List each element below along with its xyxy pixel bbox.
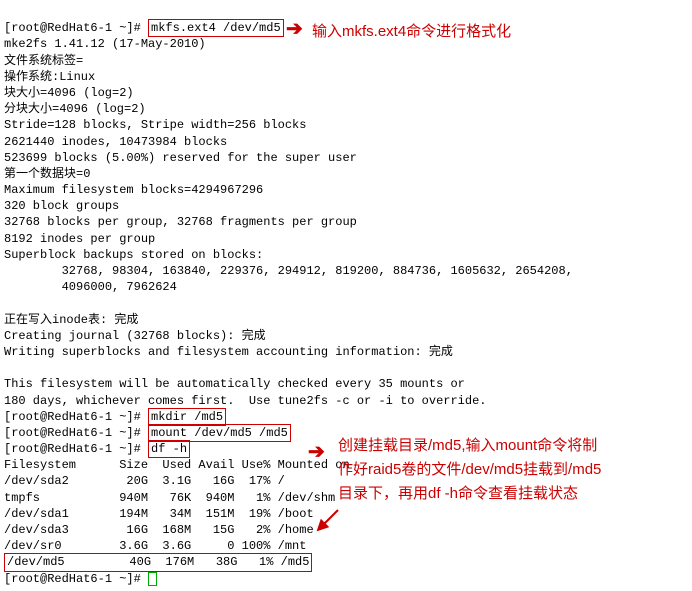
out-writing-sb: Writing superblocks and filesystem accou… <box>4 345 453 359</box>
out-groups: 320 block groups <box>4 199 119 213</box>
cmd-mount[interactable]: mount /dev/md5 /md5 <box>151 426 288 440</box>
out-writing-inode: 正在写入inode表: 完成 <box>4 313 138 327</box>
out-autochk2: 180 days, whichever comes first. Use tun… <box>4 394 486 408</box>
out-autochk1: This filesystem will be automatically ch… <box>4 377 465 391</box>
shell-prompt: [root@RedHat6-1 ~]# <box>4 426 148 440</box>
arrow-svg <box>312 508 342 538</box>
out-maxfs: Maximum filesystem blocks=4294967296 <box>4 183 263 197</box>
out-bpg: 32768 blocks per group, 32768 fragments … <box>4 215 357 229</box>
cmd-df[interactable]: df -h <box>151 442 187 456</box>
out-stride: Stride=128 blocks, Stripe width=256 bloc… <box>4 118 306 132</box>
cmd-df-box: df -h <box>148 440 190 458</box>
out-journal: Creating journal (32768 blocks): 完成 <box>4 329 266 343</box>
out-ipg: 8192 inodes per group <box>4 232 155 246</box>
cursor[interactable] <box>148 572 157 586</box>
out-mke2fs: mke2fs 1.41.12 (17-May-2010) <box>4 37 206 51</box>
shell-prompt: [root@RedHat6-1 ~]# <box>4 410 148 424</box>
df-row-sda2: /dev/sda2 20G 3.1G 16G 17% / <box>4 474 285 488</box>
df-row-md5: /dev/md5 40G 176M 38G 1% /md5 <box>7 555 309 569</box>
cmd-mkfs[interactable]: mkfs.ext4 /dev/md5 <box>151 21 281 35</box>
shell-prompt: [root@RedHat6-1 ~]# <box>4 21 148 35</box>
terminal-output: [root@RedHat6-1 ~]# mkfs.ext4 /dev/md5 m… <box>4 4 692 587</box>
shell-prompt: [root@RedHat6-1 ~]# <box>4 572 148 586</box>
out-bsize: 块大小=4096 (log=2) <box>4 86 134 100</box>
out-inodes: 2621440 inodes, 10473984 blocks <box>4 135 227 149</box>
df-row-tmpfs: tmpfs 940M 76K 940M 1% /dev/shm <box>4 491 335 505</box>
df-header: Filesystem Size Used Avail Use% Mounted … <box>4 458 350 472</box>
out-os: 操作系统:Linux <box>4 70 95 84</box>
out-firstdata: 第一个数据块=0 <box>4 167 90 181</box>
out-sb1: 32768, 98304, 163840, 229376, 294912, 81… <box>4 264 573 278</box>
cmd-mkdir[interactable]: mkdir /md5 <box>151 410 223 424</box>
df-row-md5-box: /dev/md5 40G 176M 38G 1% /md5 <box>4 553 312 571</box>
df-row-sr0: /dev/sr0 3.6G 3.6G 0 100% /mnt <box>4 539 306 553</box>
out-reserved: 523699 blocks (5.00%) reserved for the s… <box>4 151 357 165</box>
out-fsize: 分块大小=4096 (log=2) <box>4 102 146 116</box>
shell-prompt: [root@RedHat6-1 ~]# <box>4 442 148 456</box>
out-sb-hdr: Superblock backups stored on blocks: <box>4 248 263 262</box>
out-fslabel: 文件系统标签= <box>4 54 83 68</box>
cmd-mkfs-box: mkfs.ext4 /dev/md5 <box>148 19 284 37</box>
out-sb2: 4096000, 7962624 <box>4 280 177 294</box>
df-row-sda3: /dev/sda3 16G 168M 15G 2% /home <box>4 523 314 537</box>
df-row-sda1: /dev/sda1 194M 34M 151M 19% /boot <box>4 507 314 521</box>
